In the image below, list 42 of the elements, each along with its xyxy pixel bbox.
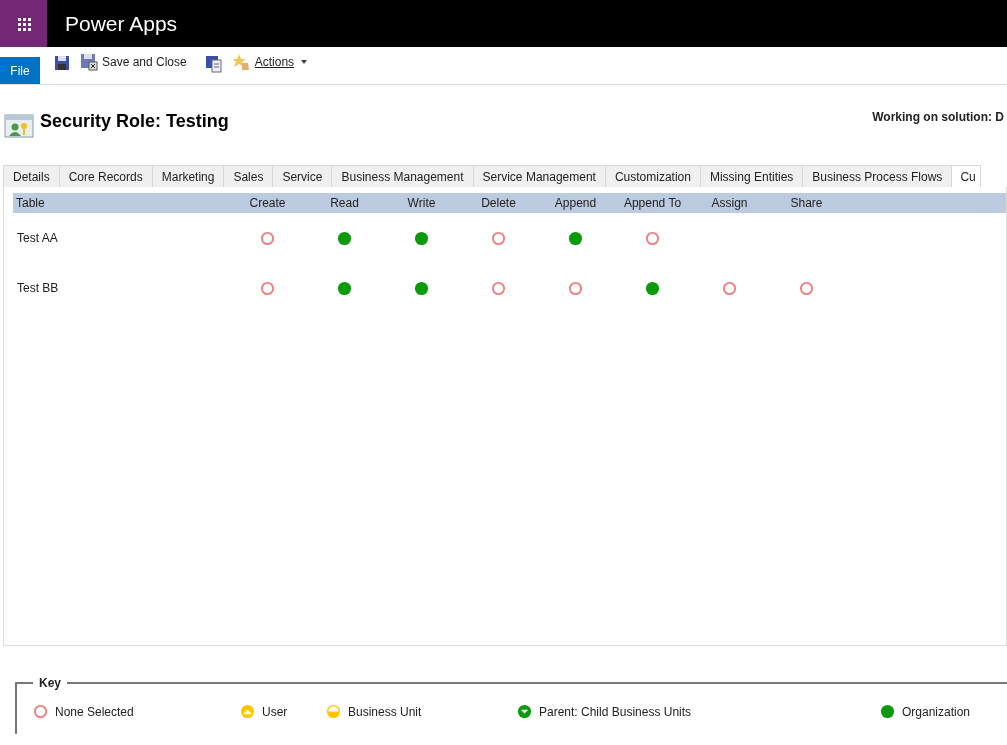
column-header: Table (15, 196, 46, 210)
legend-label: User (262, 704, 288, 719)
key-title: Key (38, 676, 62, 690)
table-name: Test AA (16, 231, 59, 245)
legend-label: None Selected (55, 704, 134, 719)
column-header: Share (789, 196, 824, 210)
tab[interactable]: Customization (604, 165, 701, 187)
tab[interactable]: Cu (951, 165, 981, 187)
column-header: Assign (710, 196, 749, 210)
grid-icon (15, 15, 32, 32)
tab[interactable]: Missing Entities (699, 165, 804, 187)
column-header: Read (329, 196, 360, 210)
save-close-icon (80, 53, 98, 71)
tab[interactable]: Details (3, 165, 60, 187)
solution-label: Working on solution: D (872, 110, 1004, 124)
security-role-icon (4, 112, 34, 140)
table-name: Test BB (16, 281, 60, 295)
column-header: Append To (622, 196, 683, 210)
tab[interactable]: Sales (223, 165, 274, 187)
save-icon[interactable] (54, 55, 70, 71)
tab[interactable]: Service (272, 165, 333, 187)
legend-label: Organization (902, 704, 971, 719)
file-button[interactable]: File (0, 57, 40, 84)
tab[interactable]: Service Management (472, 165, 606, 187)
tab[interactable]: Business Process Flows (802, 165, 953, 187)
tab[interactable]: Business Management (331, 165, 474, 187)
column-header: Create (248, 196, 287, 210)
column-header: Append (553, 196, 598, 210)
save-document-icon[interactable] (204, 55, 223, 73)
legend-label: Parent: Child Business Units (539, 704, 692, 719)
star-icon (232, 53, 251, 71)
column-header: Delete (480, 196, 517, 210)
column-header: Write (406, 196, 437, 210)
save-and-close-button[interactable]: Save and Close (76, 53, 191, 71)
tab[interactable]: Core Records (58, 165, 153, 187)
page-title: Security Role: Testing (40, 110, 229, 132)
tab[interactable]: Marketing (151, 165, 225, 187)
caret-icon (301, 60, 308, 64)
app-title: Power Apps (65, 11, 178, 36)
app-launcher-button[interactable] (0, 0, 47, 47)
actions-button[interactable]: Actions (228, 53, 312, 71)
legend-label: Business Unit (348, 704, 422, 719)
